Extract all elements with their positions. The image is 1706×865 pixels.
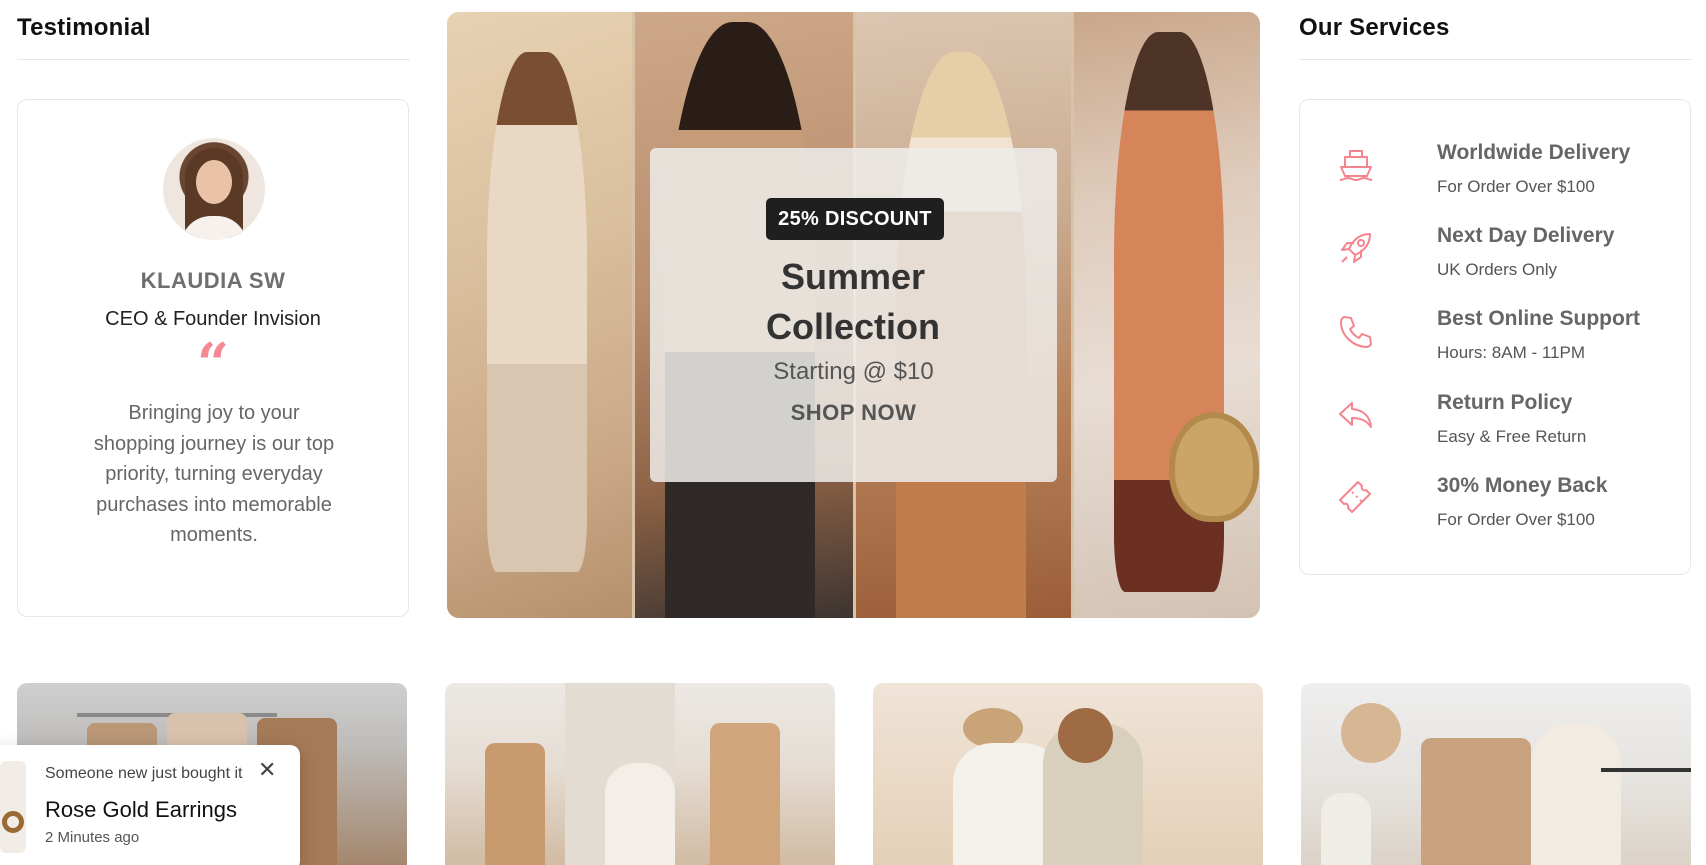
product-thumbnail[interactable] [0,761,26,853]
hero-image-panel [1074,12,1260,618]
notification-message: Someone new just bought it [45,765,243,782]
service-title: Worldwide Delivery [1437,141,1631,164]
hero-banner[interactable]: 25% DISCOUNT Summer Collection Starting … [447,12,1260,618]
service-title: Best Online Support [1437,307,1641,330]
services-card: Worldwide Delivery For Order Over $100 N… [1299,99,1691,575]
service-subtitle: Easy & Free Return [1437,427,1587,446]
testimonial-text: Bringing joy to your shopping journey is… [93,402,335,546]
service-subtitle: For Order Over $100 [1437,510,1595,529]
service-item: Next Day Delivery UK Orders Only [1336,224,1676,294]
notification-time: 2 Minutes ago [45,829,140,846]
testimonial-name: KLAUDIA SW [140,268,286,293]
testimonial-card: KLAUDIA SW CEO & Founder Invision “ Brin… [17,99,409,617]
hero-image-panel [447,12,632,618]
service-subtitle: For Order Over $100 [1437,177,1595,196]
service-title: Next Day Delivery [1437,224,1615,247]
purchase-notification[interactable]: Someone new just bought it Rose Gold Ear… [0,745,300,865]
discount-badge: 25% DISCOUNT [766,198,944,240]
close-icon[interactable]: ✕ [258,759,276,781]
hero-title: Summer Collection [765,256,940,347]
shop-now-link[interactable]: SHOP NOW [650,400,1057,426]
service-subtitle: Hours: 8AM - 11PM [1437,343,1586,362]
phone-icon [1340,316,1372,348]
quote-icon: “ [196,331,230,397]
testimonial-role: CEO & Founder Invision [105,308,321,330]
return-icon [1339,402,1372,428]
testimonial-heading: Testimonial [17,14,151,41]
service-subtitle: UK Orders Only [1437,260,1557,279]
service-item: Best Online Support Hours: 8AM - 11PM [1336,307,1676,377]
service-item: Return Policy Easy & Free Return [1336,391,1676,461]
services-heading: Our Services [1299,14,1450,41]
product-image[interactable] [445,683,835,865]
testimonial-divider [17,59,410,60]
rocket-icon [1341,233,1371,263]
ticket-icon [1339,481,1371,513]
product-image[interactable] [1301,683,1691,865]
product-image[interactable] [873,683,1263,865]
service-item: Worldwide Delivery For Order Over $100 [1336,141,1676,211]
notification-product-name[interactable]: Rose Gold Earrings [45,797,237,823]
service-item: 30% Money Back For Order Over $100 [1336,474,1676,544]
ship-icon [1339,150,1373,181]
hero-overlay: 25% DISCOUNT Summer Collection Starting … [650,148,1057,482]
avatar [163,138,265,240]
service-title: Return Policy [1437,391,1573,414]
services-divider [1299,59,1691,60]
service-title: 30% Money Back [1437,474,1608,497]
hero-price: Starting @ $10 [773,358,934,385]
